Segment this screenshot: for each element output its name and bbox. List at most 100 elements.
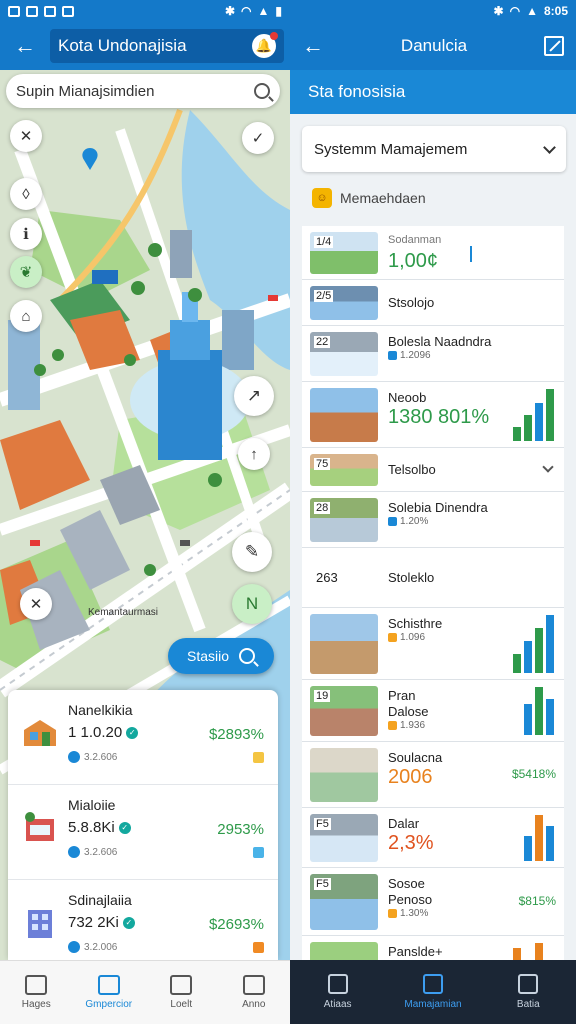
- wifi-icon: ◠: [509, 4, 521, 18]
- edit-icon[interactable]: [544, 36, 564, 56]
- search-area-label: Stasiio: [186, 648, 230, 664]
- app-icon: [62, 5, 74, 17]
- district-row[interactable]: 1/4 Sodanman 1,00¢: [302, 226, 564, 280]
- district-value: 2,3%: [388, 832, 434, 854]
- result-name: Mialoiie: [68, 797, 116, 813]
- result-card[interactable]: Sdinajlaiia 732 2Ki ✓ 3.2.006 $2693%: [8, 880, 278, 960]
- back-arrow-icon[interactable]: ←: [302, 33, 324, 59]
- compass-icon[interactable]: ✓: [242, 122, 274, 154]
- mini-bar: [546, 389, 554, 441]
- shop-icon: [25, 812, 54, 841]
- pen-icon[interactable]: ✎: [232, 532, 272, 572]
- search-icon[interactable]: [254, 83, 270, 99]
- nav-management[interactable]: Mamajamian: [385, 960, 480, 1024]
- chevron-down-icon[interactable]: [542, 461, 554, 473]
- result-name: Sdinajlaiia: [68, 892, 132, 908]
- result-meta: 3.2.606: [68, 846, 268, 858]
- nav-compare[interactable]: Gmpercior: [73, 961, 146, 1024]
- district-row[interactable]: 28 Solebia Dinendra 1.20%: [302, 492, 564, 548]
- result-percent: $2693%: [208, 916, 264, 933]
- mini-bar: [524, 641, 532, 673]
- location-icon[interactable]: ↑: [238, 438, 270, 470]
- chevron-down-icon: [543, 140, 556, 154]
- result-name: Nanelkikia: [68, 702, 133, 718]
- meta-text: 1.20%: [400, 516, 429, 527]
- bottom-navigation: Atiaas Mamajamian Batia: [290, 960, 576, 1024]
- row-number: 263: [316, 570, 338, 585]
- district-row[interactable]: 263 Stoleklo: [302, 548, 564, 608]
- mini-bar: [546, 826, 554, 861]
- district-name: Sodanman: [388, 234, 442, 246]
- search-icon: [170, 975, 193, 995]
- shield-icon[interactable]: ◊: [10, 178, 42, 210]
- district-subname: Penoso: [388, 892, 433, 907]
- building-icon: [24, 720, 56, 746]
- bluetooth-icon: ✱: [493, 4, 504, 18]
- search-bar[interactable]: [6, 74, 280, 108]
- search-area-button[interactable]: Stasiio: [168, 638, 274, 674]
- leaf-icon[interactable]: ❦: [10, 256, 42, 288]
- status-time: 8:05: [543, 4, 568, 18]
- app-icon: [44, 5, 56, 17]
- result-value-text: 732 2Ki: [68, 914, 119, 931]
- profile-icon: [518, 974, 539, 994]
- district-row[interactable]: Schisthre 1.096: [302, 608, 564, 680]
- district-row[interactable]: Neoob 1380 801%: [302, 382, 564, 448]
- meta-text: 1.2096: [400, 350, 431, 361]
- nav-home[interactable]: Atiaas: [290, 960, 385, 1024]
- office-building-icon: [28, 910, 52, 938]
- meta-marker-icon: [388, 351, 397, 360]
- row-number: F5: [314, 878, 331, 890]
- nav-calendar[interactable]: Anno: [218, 961, 291, 1024]
- title-field[interactable]: Kota Undonajisia 🔔: [50, 29, 284, 63]
- mini-bar-chart: [524, 815, 554, 861]
- section-title: Memaehdaen: [340, 190, 426, 206]
- nav-home[interactable]: Hages: [0, 961, 73, 1024]
- map-screen: ✱ ◠ ▲ ▮ ← Kota Undonajisia 🔔 Supin Miana…: [0, 0, 290, 1024]
- navigation-icon[interactable]: N: [232, 584, 272, 624]
- district-photo: [310, 614, 378, 674]
- tools-icon[interactable]: ✕: [20, 588, 52, 620]
- section-header: ☺ Memaehdaen: [312, 188, 576, 208]
- search-input[interactable]: [16, 82, 254, 100]
- district-value: 1,00¢: [388, 250, 439, 272]
- info-dot-icon: [68, 846, 80, 858]
- result-card[interactable]: Mialoiie 5.8.8Ki ✓ 3.2.606 2953%: [8, 785, 278, 880]
- signal-icon: ▲: [257, 4, 270, 18]
- district-row[interactable]: F5 Sosoe Penoso 1.30% $815%: [302, 868, 564, 936]
- row-number: 2/5: [314, 290, 334, 302]
- district-row[interactable]: 2/5 Stsolojo: [302, 280, 564, 326]
- district-name: Bolesla Naadndra: [388, 334, 492, 349]
- back-arrow-icon[interactable]: ←: [10, 31, 40, 61]
- nav-search[interactable]: Loelt: [145, 961, 218, 1024]
- document-icon: [422, 974, 443, 994]
- district-row[interactable]: 75 Telsolbo: [302, 448, 564, 492]
- dropdown-value: Systemm Mamajemem: [314, 140, 468, 158]
- meta-marker-icon: [388, 633, 397, 642]
- meta-text: 1.936: [400, 720, 426, 731]
- result-card[interactable]: Nanelkikia 1 1.0.20 ✓ 3.2.606 $2893%: [8, 690, 278, 785]
- mini-bar: [535, 815, 543, 861]
- district-row[interactable]: Soulacna 2006 $5418%: [302, 742, 564, 808]
- district-name: Sosoe: [388, 876, 425, 891]
- district-row[interactable]: 22 Bolesla Naadndra 1.2096: [302, 326, 564, 382]
- page-title: Kota Undonajisia: [58, 36, 187, 55]
- district-percent: $5418%: [511, 767, 556, 781]
- info-icon[interactable]: ℹ: [10, 218, 42, 250]
- route-icon[interactable]: ↗: [234, 376, 274, 416]
- district-row[interactable]: 19 Pran Dalose 1.936: [302, 680, 564, 742]
- system-dropdown[interactable]: Systemm Mamajemem: [302, 126, 566, 172]
- meta-marker-icon: [388, 909, 397, 918]
- calendar-icon: [242, 975, 265, 995]
- nav-label: Hages: [21, 999, 51, 1010]
- lock-icon[interactable]: ⌂: [10, 300, 42, 332]
- layers-icon[interactable]: ✕: [10, 120, 42, 152]
- district-name: Telsolbo: [388, 462, 436, 477]
- district-row[interactable]: Panslde+A3/T25%1.2806: [302, 936, 564, 960]
- app-bar: ← Danulcia: [290, 22, 576, 70]
- document-icon: [97, 975, 120, 995]
- result-meta: 3.2.606: [68, 751, 268, 763]
- district-row[interactable]: F5 Dalar 2,3%: [302, 808, 564, 868]
- nav-profile[interactable]: Batia: [481, 960, 576, 1024]
- notification-bell-icon[interactable]: 🔔: [252, 32, 278, 58]
